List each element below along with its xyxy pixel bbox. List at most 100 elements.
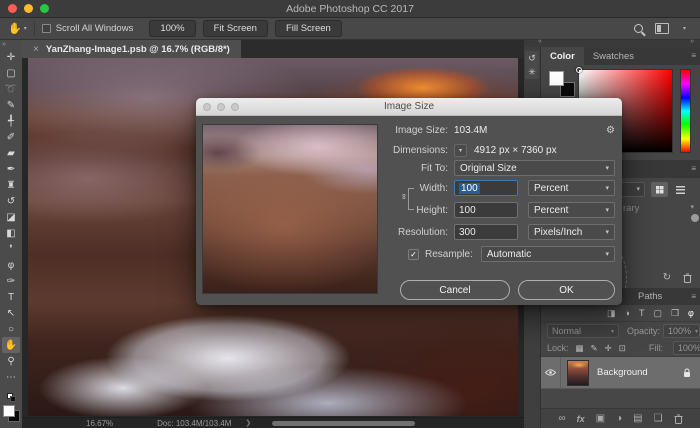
more-tools[interactable]: ⋯ [2,369,20,385]
library-delete-icon[interactable] [683,273,692,283]
link-layers-icon[interactable]: ∞ [558,413,565,424]
actual-size-button[interactable]: 100% [149,20,195,37]
lock-artboard-icon[interactable]: ⊡ [619,343,626,354]
tab-swatches[interactable]: Swatches [584,47,643,65]
zoom-tool[interactable]: ⚲ [2,353,20,369]
hand-tool-icon[interactable]: ✋ [8,22,22,35]
list-view-button[interactable] [672,182,689,197]
resolution-input[interactable]: 300 [454,224,518,240]
search-icon[interactable] [634,24,643,33]
type-tool[interactable]: T [2,289,20,305]
gradient-tool[interactable]: ◧ [2,225,20,241]
layer-visibility-toggle[interactable] [541,357,561,389]
history-brush-tool[interactable]: ↺ [2,193,20,209]
tab-paths[interactable]: Paths [629,288,671,306]
path-selection-tool[interactable]: ↖ [2,305,20,321]
layer-thumbnail[interactable] [567,360,589,386]
dialog-titlebar[interactable]: Image Size [196,98,622,116]
collapse-panels-left-icon[interactable]: « [538,38,542,45]
quick-selection-tool[interactable]: ✎ [2,97,20,113]
width-unit-dropdown[interactable]: Percent [528,180,615,196]
layer-row-background[interactable]: Background [541,357,700,389]
lock-paint-icon[interactable]: ✎ [591,343,598,354]
layer-mask-icon[interactable]: ▣ [596,413,605,424]
workspace-chevron-icon[interactable]: ▾ [683,25,686,32]
tab-color[interactable]: Color [541,47,584,65]
type-filter-icon[interactable]: T [639,308,645,319]
library-chevron-icon[interactable]: ▾ [690,203,694,211]
resample-dropdown[interactable]: Automatic [481,246,615,262]
lock-position-icon[interactable]: ✛ [605,343,612,354]
collapse-panels-right-icon[interactable]: » [690,38,694,45]
panel-menu-icon[interactable]: ≡ [691,164,695,173]
document-tab[interactable]: × YanZhang-Image1.psb @ 16.7% (RGB/8*) [22,40,241,58]
library-sync-icon[interactable]: ↻ [663,272,671,283]
fit-screen-button[interactable]: Fit Screen [203,20,268,37]
move-tool[interactable]: ✛ [2,49,20,65]
dialog-options-gear-icon[interactable]: ⚙ [606,125,615,136]
healing-brush-tool[interactable]: ▰ [2,145,20,161]
smart-object-filter-icon[interactable]: ❐ [671,308,679,319]
resample-checkbox[interactable]: ✓ [408,249,419,260]
brush-tool[interactable]: ✒ [2,161,20,177]
tools-panel: » ✛▢➰✎╃✐▰✒♜↺◪◧❜φ✑T↖○✋⚲⋯ [0,40,22,428]
delete-layer-icon[interactable] [674,414,683,424]
toolbar-collapse-icon[interactable]: » [2,41,6,49]
ok-button[interactable]: OK [518,280,615,300]
blend-mode-dropdown[interactable]: Normal [547,324,619,338]
width-input[interactable]: 100 [454,180,518,196]
layer-effects-icon[interactable]: fx [577,414,585,424]
adjustments-panel-icon[interactable]: ✳ [525,65,539,79]
cancel-button[interactable]: Cancel [400,280,510,300]
fill-screen-button[interactable]: Fill Screen [275,20,342,37]
clone-stamp-tool[interactable]: ♜ [2,177,20,193]
shape-tool[interactable]: ○ [2,321,20,337]
zoom-level-field[interactable]: 16.67% [86,419,113,428]
panel-menu-icon[interactable]: ≡ [691,292,695,301]
close-tab-icon[interactable]: × [33,44,39,55]
tool-preset-chevron-icon[interactable]: ▾ [24,25,27,32]
lock-transparency-icon[interactable]: ▦ [576,343,584,354]
adjustment-filter-icon[interactable]: ◑ [625,308,630,319]
scroll-all-windows-checkbox[interactable] [42,24,51,33]
marquee-tool[interactable]: ▢ [2,65,20,81]
crop-tool[interactable]: ╃ [2,113,20,129]
grid-view-button[interactable] [651,182,668,197]
pen-tool[interactable]: ✑ [2,273,20,289]
mask-filter-icon[interactable]: ◨ [607,308,616,319]
layer-name: Background [597,367,648,378]
blur-tool[interactable]: ❜ [2,241,20,257]
layer-locked-icon[interactable] [683,368,691,378]
dimensions-unit-chevron[interactable]: ▾ [454,144,467,157]
height-input[interactable]: 100 [454,202,518,218]
panel-icon-list: ↺✳ [525,51,539,79]
fit-to-dropdown[interactable]: Original Size [454,160,615,176]
new-layer-icon[interactable]: ❏ [654,413,663,424]
image-preview[interactable] [202,124,378,294]
default-colors-icon[interactable] [7,393,16,402]
eyedropper-tool[interactable]: ✐ [2,129,20,145]
adjustment-layer-icon[interactable]: ◑ [616,413,622,424]
foreground-background-swatches[interactable] [3,405,20,422]
height-unit-dropdown[interactable]: Percent [528,202,615,218]
history-panel-icon[interactable]: ↺ [525,51,539,65]
link-dimensions-icon[interactable]: ∞ [399,194,408,200]
library-name-partial[interactable]: rary [623,203,639,214]
dodge-tool[interactable]: φ [2,257,20,273]
hue-slider[interactable] [680,69,691,153]
color-fg-bg-swatches[interactable] [549,71,575,97]
filter-pin-icon[interactable]: φ [688,308,694,319]
opacity-value[interactable]: 100% [663,324,700,338]
shape-filter-icon[interactable]: ▢ [653,308,662,319]
hand-tool[interactable]: ✋ [2,337,20,353]
status-options-arrow-icon[interactable]: ❯ [245,419,251,427]
panel-menu-icon[interactable]: ≡ [691,51,695,60]
layer-group-icon[interactable]: ▤ [633,413,642,424]
resolution-unit-dropdown[interactable]: Pixels/Inch [528,224,615,240]
fill-value[interactable]: 100% [673,341,700,355]
color-picker-marker[interactable] [576,67,582,73]
eraser-tool[interactable]: ◪ [2,209,20,225]
horizontal-scrollbar[interactable] [272,421,415,426]
workspace-switcher-icon[interactable] [655,23,669,34]
lasso-tool[interactable]: ➰ [2,81,20,97]
